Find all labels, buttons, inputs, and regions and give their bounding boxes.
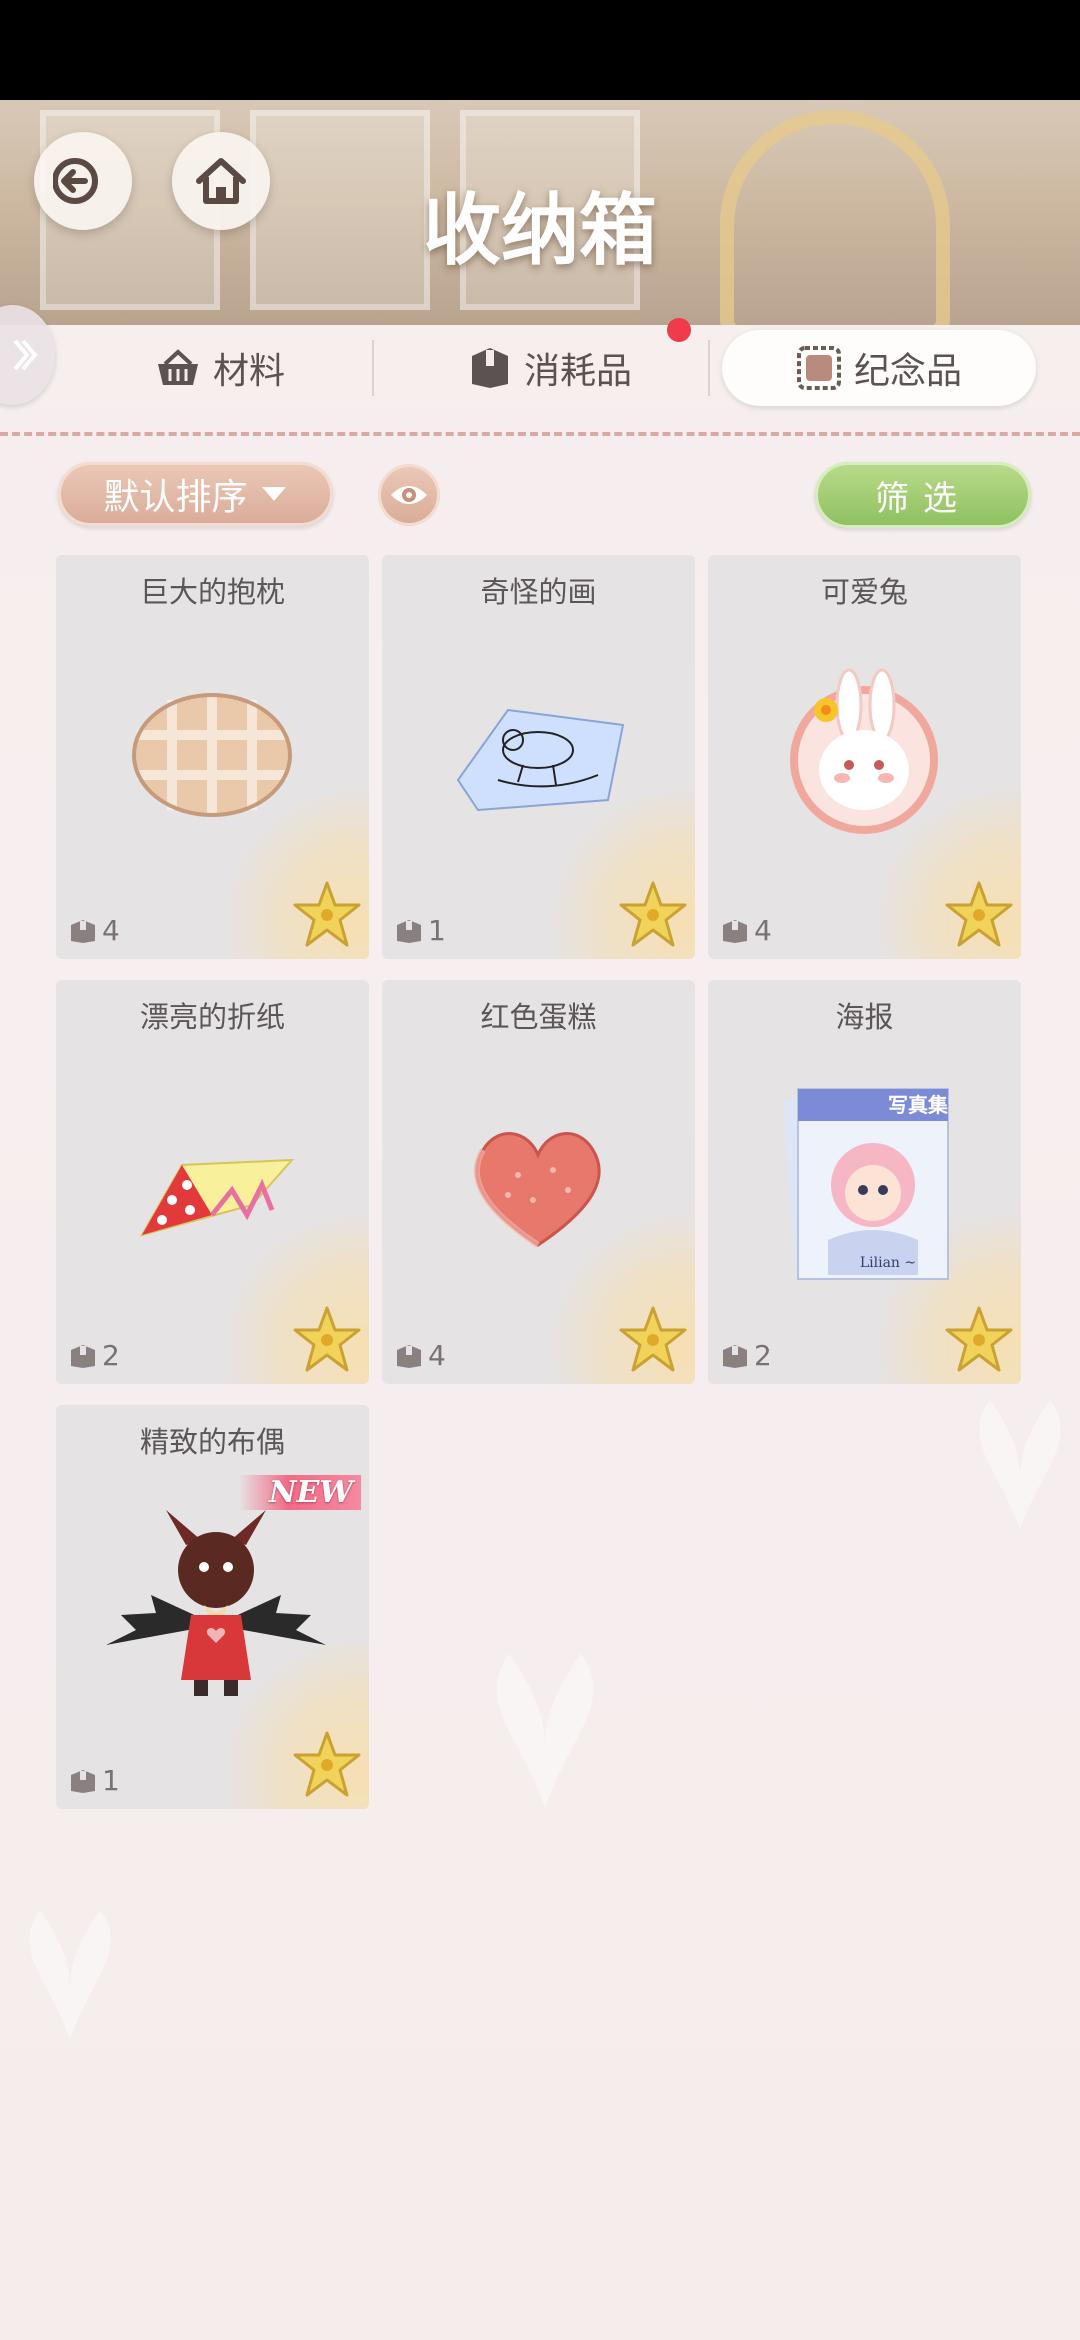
item-card[interactable]: 漂亮的折纸 2 — [56, 980, 369, 1384]
count-value: 4 — [428, 1339, 446, 1372]
item-grid: 巨大的抱枕 4 奇怪的画 1 可爱兔 4 漂亮的折纸 2 红色蛋糕 4 海报 写… — [56, 555, 1026, 1809]
item-name: 红色蛋糕 — [480, 1000, 597, 1034]
poster-caption: Lilian ~ — [860, 1255, 916, 1271]
bat-doll-image — [106, 1510, 326, 1696]
item-name: 巨大的抱枕 — [139, 575, 285, 609]
double-chevron-icon — [13, 339, 38, 371]
drawing-image — [456, 708, 625, 812]
visibility-toggle[interactable] — [378, 464, 440, 526]
filter-button[interactable]: 筛选 — [815, 462, 1031, 528]
item-card[interactable]: 精致的布偶 NEW 1 — [56, 1405, 369, 1809]
item-card[interactable]: 奇怪的画 1 — [382, 555, 695, 959]
tab-label: 消耗品 — [523, 351, 632, 392]
bunny-image — [790, 668, 938, 834]
petal-decoration — [29, 1910, 111, 2040]
box-icon — [723, 1344, 747, 1368]
item-count: 4 — [70, 914, 120, 947]
star-flower-icon — [619, 1306, 687, 1372]
count-value: 1 — [428, 914, 446, 947]
star-flower-icon — [293, 1731, 361, 1797]
sort-label: 默认排序 — [103, 477, 248, 518]
status-bar — [0, 0, 1080, 100]
basket-icon — [157, 349, 198, 385]
tab-consumables[interactable]: 消耗品 — [390, 330, 710, 406]
item-count: 4 — [722, 914, 772, 947]
item-count: 4 — [396, 1339, 446, 1372]
count-value: 2 — [754, 1339, 772, 1372]
count-value: 4 — [754, 914, 772, 947]
star-flower-icon — [293, 1306, 361, 1372]
tab-materials[interactable]: 材料 — [70, 330, 370, 406]
item-count: 2 — [722, 1339, 772, 1372]
star-flower-icon — [293, 881, 361, 947]
tab-label: 纪念品 — [853, 351, 962, 392]
box-icon — [397, 919, 421, 943]
poster-title: 写真集 — [888, 1093, 949, 1117]
item-name: 漂亮的折纸 — [139, 1000, 285, 1034]
notification-dot — [667, 318, 691, 342]
count-value: 2 — [102, 1339, 120, 1372]
filter-label: 筛选 — [875, 478, 971, 519]
eye-icon — [391, 486, 427, 504]
item-count: 1 — [396, 914, 446, 947]
divider — [0, 432, 1080, 436]
stamp-icon — [796, 346, 841, 390]
tab-label: 材料 — [212, 351, 285, 392]
box-icon — [71, 919, 95, 943]
origami-image — [139, 1158, 295, 1237]
item-count: 2 — [70, 1339, 120, 1372]
box-icon — [71, 1769, 95, 1793]
poster-image: 写真集 Lilian ~ — [783, 1088, 949, 1280]
box-icon — [723, 919, 747, 943]
item-card[interactable]: 海报 写真集 Lilian ~ 2 — [708, 980, 1021, 1384]
sort-dropdown[interactable]: 默认排序 — [58, 462, 333, 526]
cake-image — [473, 1132, 601, 1248]
tab-souvenirs[interactable]: 纪念品 — [722, 330, 1036, 406]
pillow-image — [132, 693, 292, 817]
tab-divider — [708, 340, 710, 396]
item-count: 1 — [70, 1764, 120, 1797]
caret-down-icon — [261, 487, 286, 501]
item-name: 海报 — [835, 1000, 894, 1034]
item-card[interactable]: 可爱兔 4 — [708, 555, 1021, 959]
count-value: 1 — [102, 1764, 120, 1797]
star-flower-icon — [945, 881, 1013, 947]
item-card[interactable]: 红色蛋糕 4 — [382, 980, 695, 1384]
count-value: 4 — [102, 914, 120, 947]
item-name: 可爱兔 — [820, 575, 908, 609]
star-flower-icon — [619, 881, 687, 947]
star-flower-icon — [945, 1306, 1013, 1372]
box-icon — [71, 1344, 95, 1368]
box-icon — [397, 1344, 421, 1368]
item-card[interactable]: 巨大的抱枕 4 — [56, 555, 369, 959]
box-icon — [471, 348, 508, 388]
item-name: 奇怪的画 — [480, 575, 597, 609]
page-title: 收纳箱 — [422, 185, 657, 276]
tab-divider — [372, 340, 374, 396]
item-name: 精致的布偶 — [139, 1425, 285, 1459]
